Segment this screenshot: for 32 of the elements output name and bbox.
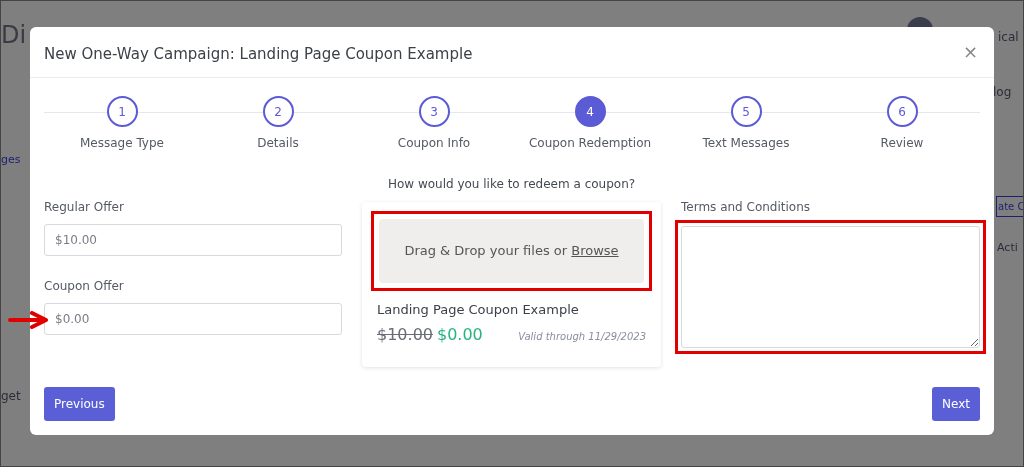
step-circle[interactable]: 6	[886, 96, 918, 127]
modal-title: New One-Way Campaign: Landing Page Coupon Example	[44, 43, 473, 63]
validity-text: Valid through 11/29/2023	[518, 329, 646, 344]
step-label: Details	[257, 135, 299, 152]
file-dropzone[interactable]: Drag & Drop your files or Browse	[379, 219, 644, 283]
step-circle[interactable]: 3	[418, 96, 450, 127]
previous-button[interactable]: Previous	[44, 387, 115, 421]
step-circle[interactable]: 4	[574, 96, 606, 127]
step-circle[interactable]: 2	[262, 96, 294, 127]
input-field[interactable]: $0.00	[44, 303, 342, 335]
step-circle[interactable]: 5	[730, 96, 762, 127]
user-name: ical	[998, 29, 1019, 46]
sidebar-item: get	[1, 388, 21, 405]
field-label: Regular Offer	[44, 199, 125, 216]
step-label: Text Messages	[702, 135, 790, 152]
step-label: Coupon Info	[397, 135, 471, 152]
step-label: Message Type	[80, 135, 164, 152]
page-heading: Di	[1, 20, 27, 51]
next-button[interactable]: Next	[932, 387, 980, 421]
step-circle[interactable]: 1	[106, 96, 138, 127]
redeem-question: How would you like to redeem a coupon?	[386, 176, 637, 193]
field-label: Terms and Conditions	[681, 199, 812, 216]
tab-label: log	[993, 84, 1012, 101]
coupon-title: Landing Page Coupon Example	[377, 301, 580, 319]
input-field[interactable]: $10.00	[44, 224, 342, 256]
step-label: Review	[880, 135, 924, 152]
coupon-price: $0.00	[437, 324, 483, 344]
close-button[interactable]: ×	[960, 43, 980, 61]
regular-price: $10.00	[377, 324, 433, 344]
column-heading: Acti	[997, 240, 1018, 256]
field-label: Coupon Offer	[44, 278, 125, 295]
step-label: Coupon Redemption	[528, 135, 652, 152]
